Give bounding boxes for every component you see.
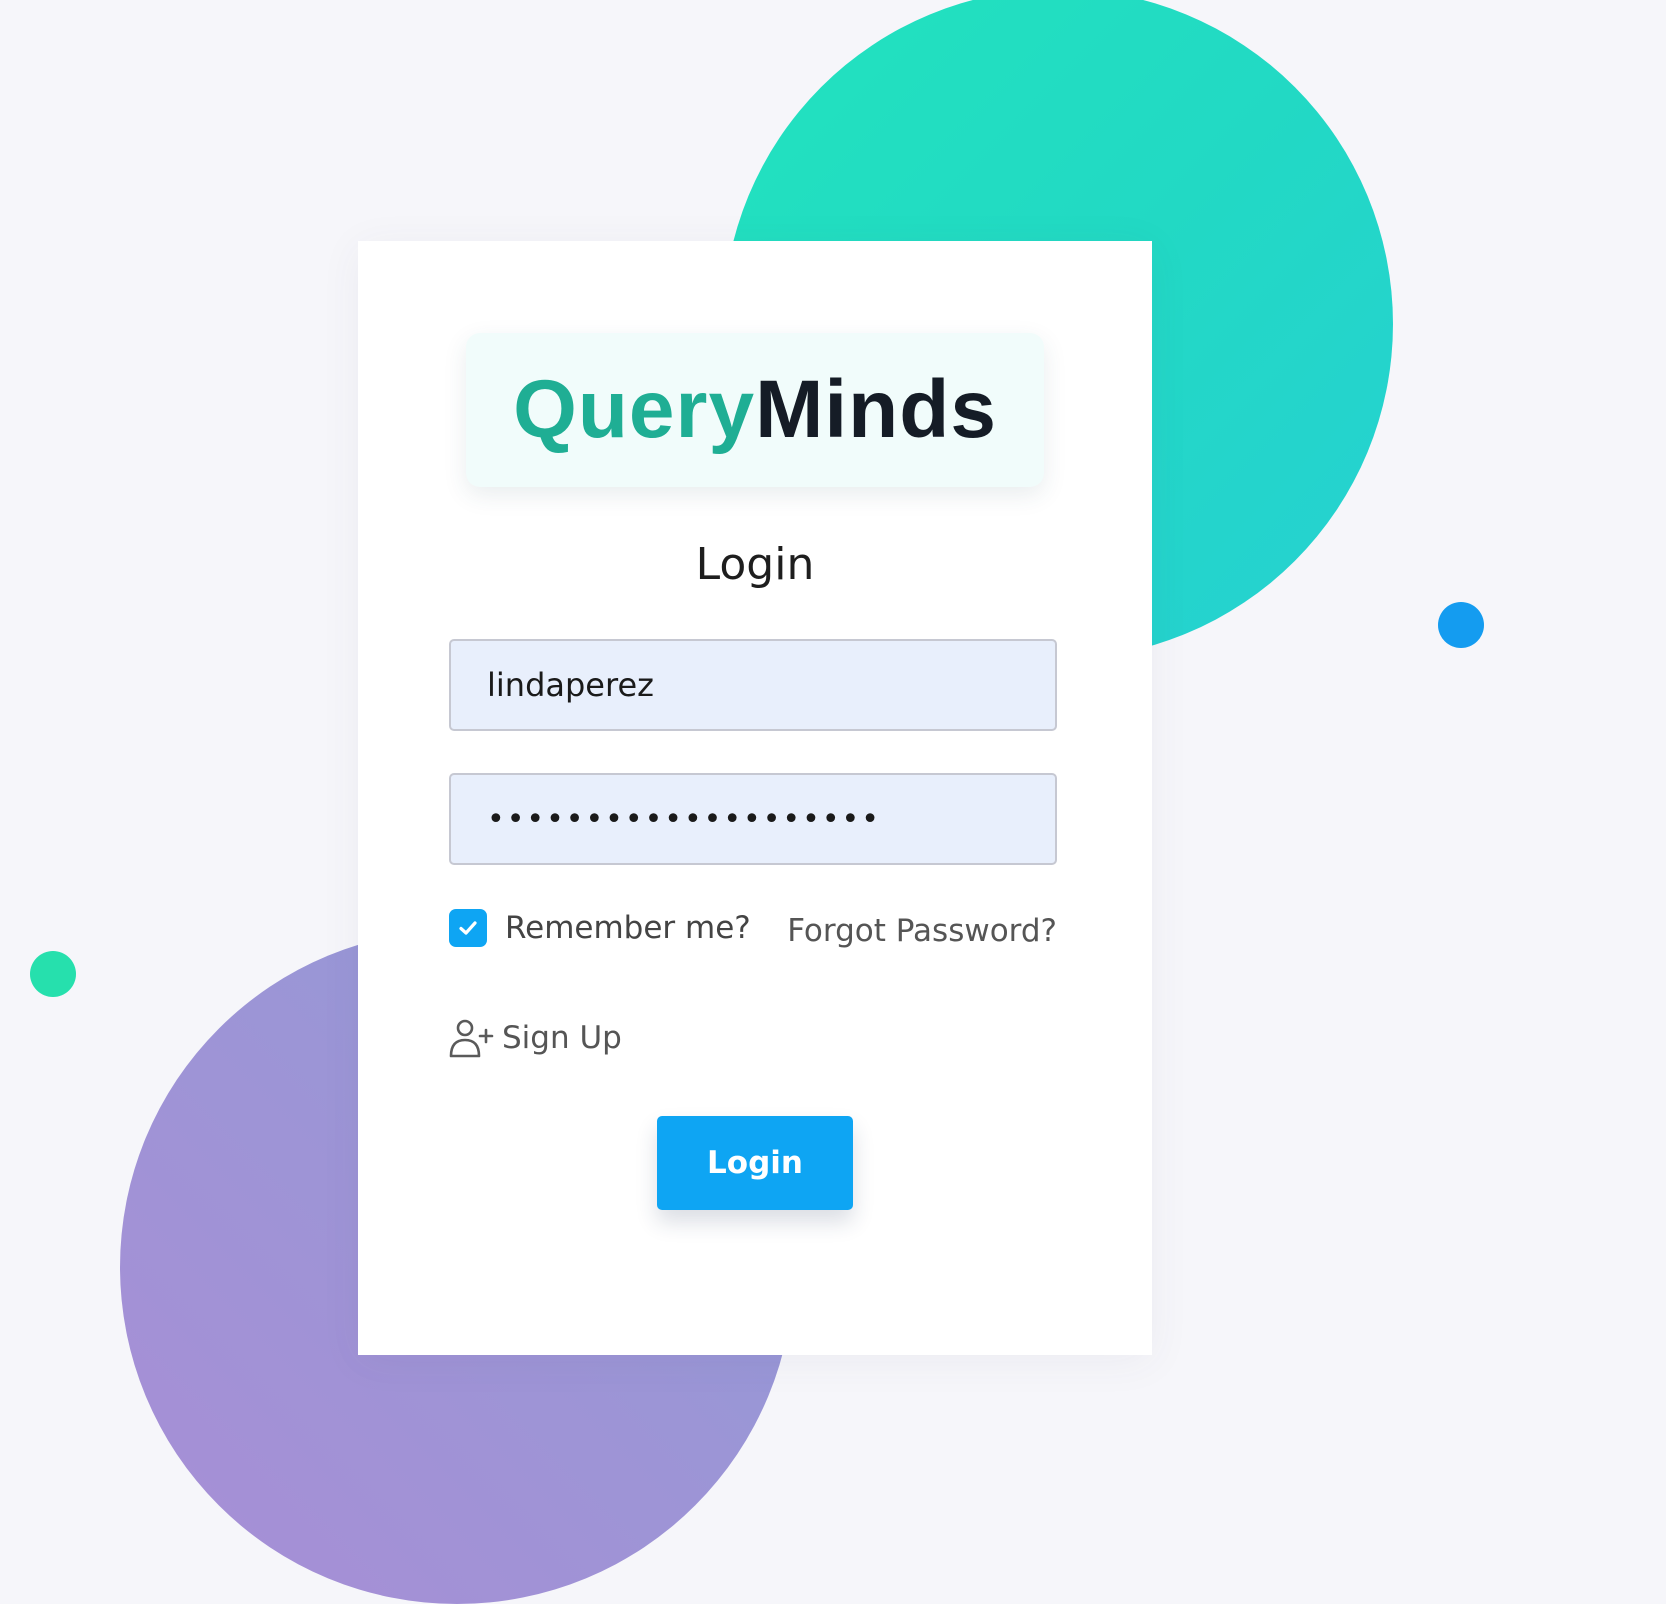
sign-up-link[interactable]: Sign Up xyxy=(448,1016,622,1060)
password-input[interactable] xyxy=(449,773,1057,865)
username-input[interactable] xyxy=(449,639,1057,731)
brand-logo: QueryMinds xyxy=(466,333,1044,487)
login-card: QueryMinds Login Remember me? Forgot Pas… xyxy=(358,241,1152,1355)
forgot-password-link[interactable]: Forgot Password? xyxy=(787,913,1057,949)
green-accent-dot xyxy=(30,951,76,997)
brand-wordmark-minds: Minds xyxy=(755,364,997,455)
page-title: Login xyxy=(695,539,815,590)
remember-me-checkbox[interactable]: Remember me? xyxy=(449,909,751,947)
user-plus-icon xyxy=(448,1016,496,1060)
login-button[interactable]: Login xyxy=(657,1116,853,1210)
brand-wordmark: QueryMinds xyxy=(513,369,997,451)
check-icon[interactable] xyxy=(449,909,487,947)
brand-wordmark-query: Query xyxy=(513,364,756,455)
blue-accent-dot xyxy=(1438,602,1484,648)
sign-up-label: Sign Up xyxy=(502,1020,622,1056)
remember-me-label: Remember me? xyxy=(505,910,751,946)
